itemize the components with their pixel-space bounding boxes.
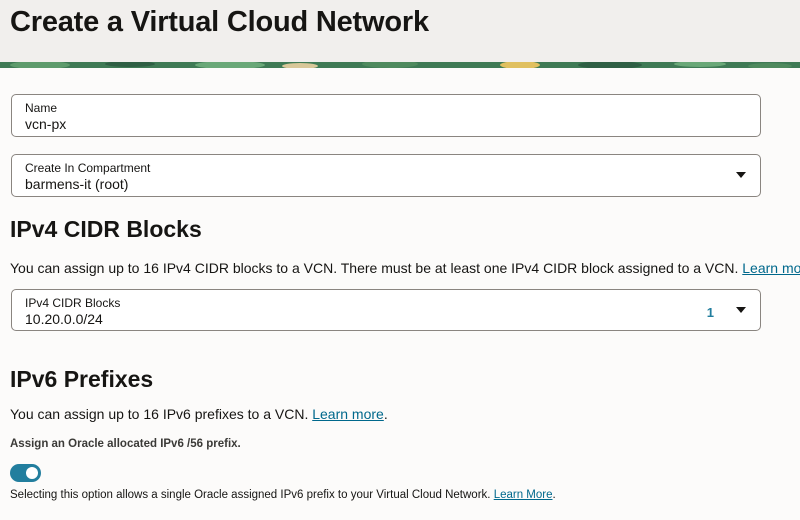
ipv6-help-text: Selecting this option allows a single Or…: [10, 489, 556, 501]
compartment-select-value: barmens-it (root): [25, 176, 129, 192]
ipv4-cidr-field-label: IPv4 CIDR Blocks: [25, 296, 121, 310]
ipv6-assign-toggle[interactable]: [10, 464, 41, 482]
ipv6-description: You can assign up to 16 IPv6 prefixes to…: [10, 406, 388, 422]
ipv4-cidr-blocks-field[interactable]: IPv4 CIDR Blocks 10.20.0.0/24 1: [11, 289, 761, 331]
toggle-knob: [26, 467, 38, 479]
ipv4-learn-more-link[interactable]: Learn more: [742, 260, 800, 276]
chevron-down-icon[interactable]: [736, 172, 746, 178]
ipv6-help-text-body: Selecting this option allows a single Or…: [10, 489, 491, 501]
ipv4-cidr-field-value[interactable]: 10.20.0.0/24: [25, 311, 103, 327]
ipv6-toggle-label: Assign an Oracle allocated IPv6 /56 pref…: [10, 438, 241, 450]
ipv4-cidr-count-badge: 1: [706, 305, 714, 320]
compartment-select-label: Create In Compartment: [25, 161, 151, 175]
ipv6-help-learn-more-link[interactable]: Learn More: [494, 489, 553, 501]
ipv4-description: You can assign up to 16 IPv4 CIDR blocks…: [10, 260, 800, 276]
page-title: Create a Virtual Cloud Network: [10, 6, 429, 38]
name-field-value[interactable]: vcn-px: [25, 116, 66, 132]
ipv6-heading: IPv6 Prefixes: [10, 366, 154, 392]
ipv6-description-text: You can assign up to 16 IPv6 prefixes to…: [10, 406, 309, 422]
name-field[interactable]: Name vcn-px: [11, 94, 761, 137]
name-field-label: Name: [25, 101, 58, 115]
chevron-down-icon[interactable]: [736, 307, 746, 313]
compartment-select[interactable]: Create In Compartment barmens-it (root): [11, 154, 761, 197]
page-header: Create a Virtual Cloud Network: [0, 0, 800, 62]
ipv6-learn-more-link[interactable]: Learn more: [312, 406, 384, 422]
ipv4-heading: IPv4 CIDR Blocks: [10, 216, 202, 242]
ipv4-description-text: You can assign up to 16 IPv4 CIDR blocks…: [10, 260, 739, 276]
decorative-banner: [0, 62, 800, 68]
